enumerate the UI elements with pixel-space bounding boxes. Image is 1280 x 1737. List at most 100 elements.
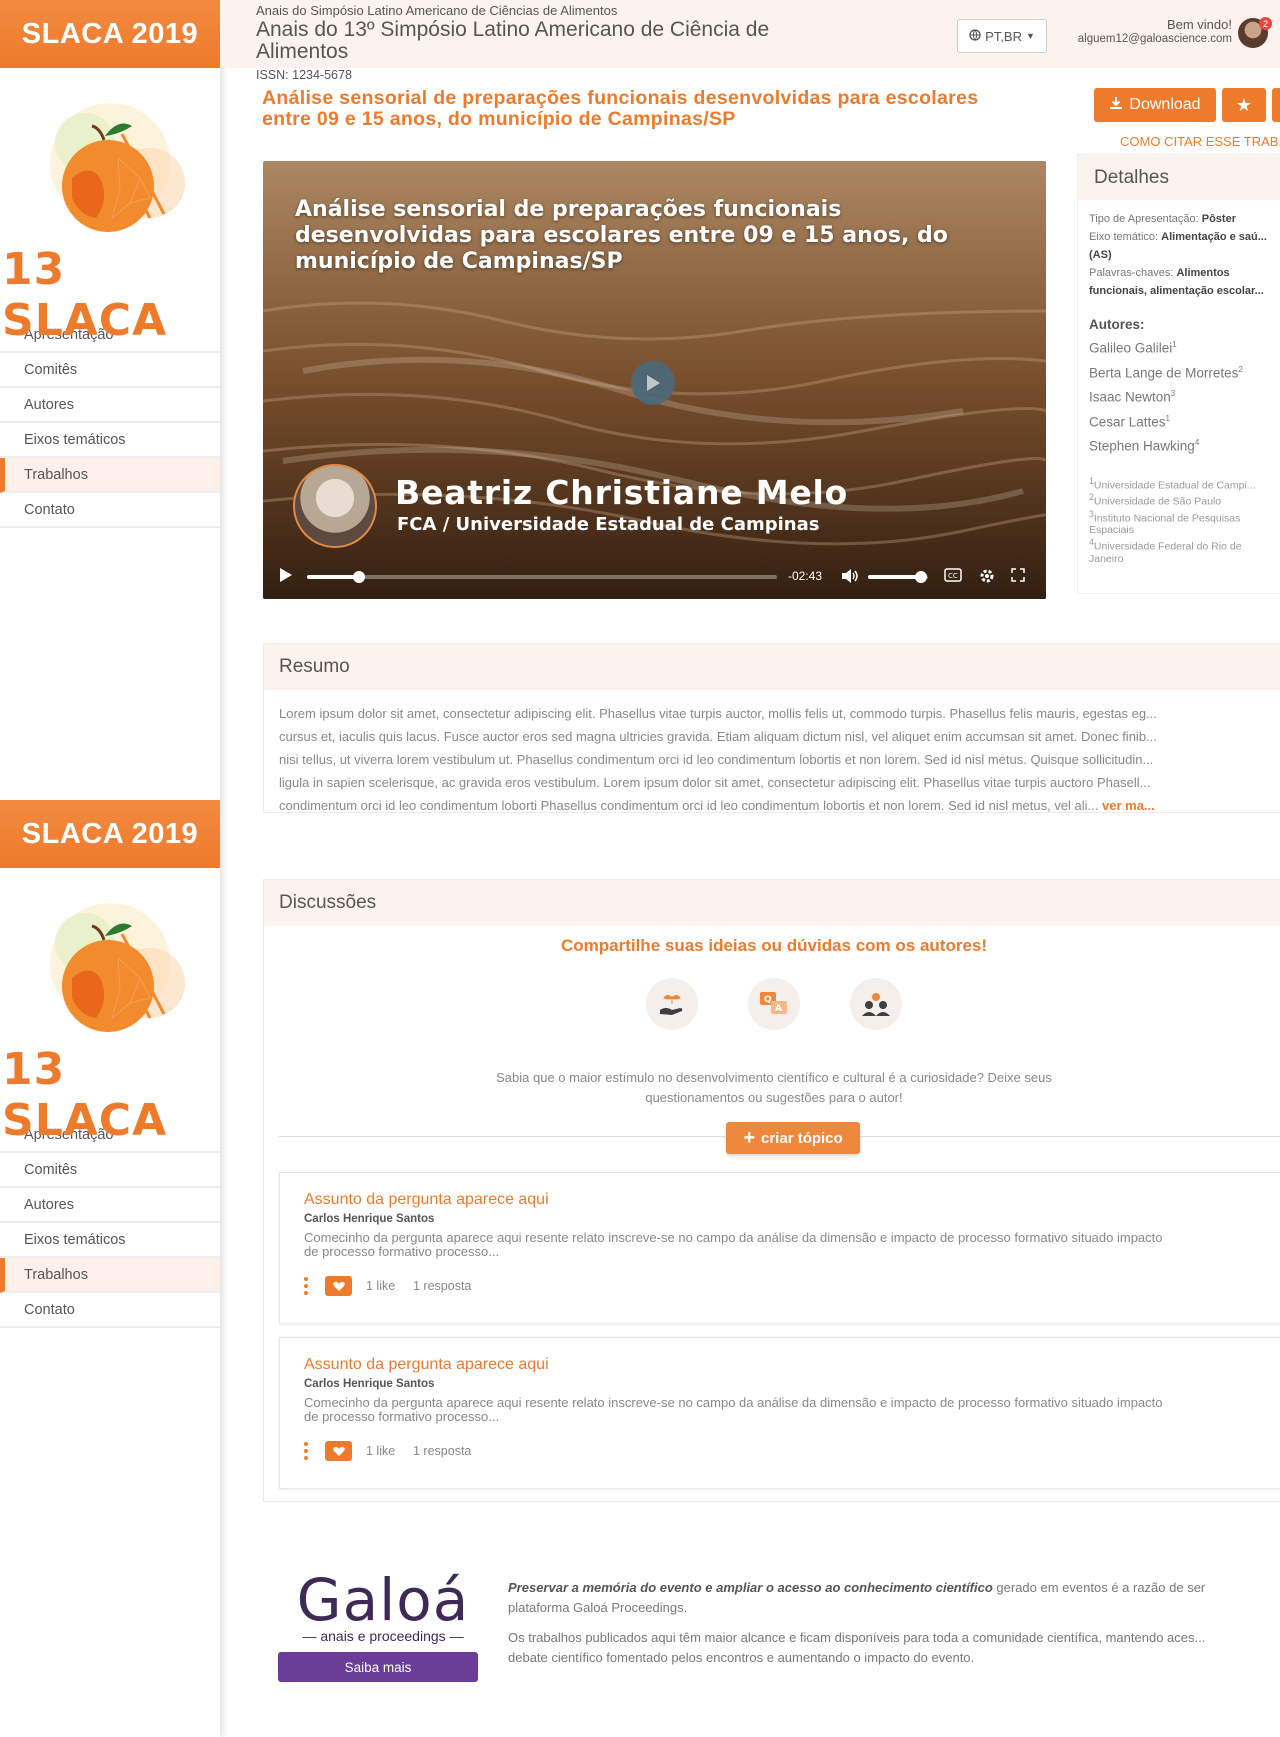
sidebar-item-trabalhos[interactable]: Trabalhos <box>0 1258 220 1293</box>
topic-text-line: de processo formativo processo... <box>304 1244 500 1259</box>
volume-handle[interactable] <box>914 571 927 583</box>
author-item[interactable]: Stephen Hawking4 <box>1089 432 1280 457</box>
play-control-icon[interactable] <box>279 567 293 587</box>
play-button[interactable] <box>631 361 675 405</box>
captions-icon[interactable]: CC <box>944 568 962 586</box>
topic-title[interactable]: Assunto da pergunta aparece aqui <box>304 1191 549 1209</box>
discussion-icons: QA <box>244 978 1280 1030</box>
author-sup: 1 <box>1165 413 1170 423</box>
institution-name: Universidade Estadual de Campi... <box>1093 479 1256 491</box>
institution-name: Universidade Federal do Rio de <box>1093 540 1242 553</box>
fullscreen-icon[interactable] <box>1011 568 1025 586</box>
topic-replies[interactable]: 1 resposta <box>413 1444 471 1458</box>
logo-text: 13 SLACA <box>2 1044 168 1146</box>
presenter-name: Beatriz Christiane Melo <box>395 473 849 512</box>
resumo-heading: Resumo <box>264 644 1280 690</box>
sidebar-item-comites[interactable]: Comitês <box>0 1153 220 1188</box>
sidebar-item-contato[interactable]: Contato <box>0 493 220 528</box>
video-progress-bar[interactable] <box>307 571 777 583</box>
institution-name: Janeiro <box>1089 552 1124 565</box>
axis-value-2: (AS) <box>1089 249 1112 261</box>
language-value: PT,BR <box>985 28 1022 44</box>
sidebar-nav: Apresentação Comitês Autores Eixos temát… <box>0 318 220 528</box>
volume-icon[interactable] <box>841 568 859 588</box>
sidebar-item-comites[interactable]: Comitês <box>0 353 220 388</box>
topic-text-line: de processo formativo processo... <box>304 1409 500 1424</box>
download-button[interactable]: Download <box>1094 88 1216 122</box>
share-button[interactable] <box>1272 88 1280 122</box>
download-icon <box>1109 96 1123 115</box>
author-item[interactable]: Berta Lange de Morretes2 <box>1089 359 1280 384</box>
language-selector[interactable]: PT,BR ▼ <box>957 19 1047 53</box>
topic-replies[interactable]: 1 resposta <box>413 1279 471 1293</box>
author-sup: 3 <box>1170 389 1176 398</box>
sidebar-brand[interactable]: SLACA 2019 <box>0 800 220 868</box>
topic-text: Comecinho da pergunta aparece aqui resen… <box>304 1396 1280 1424</box>
resumo-line: Lorem ipsum dolor sit amet, consectetur … <box>279 706 1157 721</box>
galoa-brand-sub: — anais e proceedings — <box>302 1628 464 1644</box>
author-sup: 1 <box>1172 340 1177 349</box>
globe-icon <box>969 28 981 44</box>
progress-handle[interactable] <box>352 571 365 583</box>
user-welcome[interactable]: Bem vindo! alguem12@galoascience.com <box>1078 18 1232 46</box>
author-item[interactable]: Cesar Lattes1 <box>1089 408 1280 433</box>
author-name: Stephen Hawking <box>1089 438 1195 454</box>
progress-fill <box>307 575 359 579</box>
slaca-logo[interactable]: 13 SLACA <box>0 68 220 346</box>
author-sup: 4 <box>1194 438 1200 447</box>
settings-gear-icon[interactable] <box>979 568 995 588</box>
favorite-button[interactable]: ★ <box>1222 88 1266 122</box>
sidebar-item-trabalhos[interactable]: Trabalhos <box>0 458 220 493</box>
author-item[interactable]: Isaac Newton3 <box>1089 383 1280 408</box>
topic-text-line: Comecinho da pergunta aparece aqui resen… <box>304 1230 1163 1245</box>
type-value: Pôster <box>1201 213 1236 225</box>
like-button[interactable] <box>325 1441 352 1461</box>
topic-title[interactable]: Assunto da pergunta aparece aqui <box>304 1356 549 1374</box>
sidebar-item-autores[interactable]: Autores <box>0 388 220 423</box>
video-player[interactable]: Análise sensorial de preparações funcion… <box>263 161 1046 599</box>
footer-text: Os trabalhos publicados aqui têm maior a… <box>508 1630 1206 1645</box>
sidebar-item-contato[interactable]: Contato <box>0 1293 220 1328</box>
cite-link[interactable]: COMO CITAR ESSE TRAB... <box>1120 134 1280 149</box>
footer: Galoá — anais e proceedings — Saiba mais… <box>263 1550 1280 1700</box>
svg-text:Q: Q <box>764 995 772 1005</box>
galoa-logo[interactable]: Galoá — anais e proceedings — <box>283 1570 483 1644</box>
slaca-logo[interactable]: 13 SLACA <box>0 868 220 1146</box>
create-topic-button[interactable]: + criar tópico <box>726 1122 860 1154</box>
resumo-card: Resumo Lorem ipsum dolor sit amet, conse… <box>263 643 1280 813</box>
header-supertitle: Anais do Simpósio Latino Americano de Ci… <box>256 3 618 18</box>
subtext-line: questionamentos ou sugestões para o auto… <box>645 1090 903 1105</box>
issn: ISSN: 1234-5678 <box>256 68 352 82</box>
plus-icon: + <box>743 1127 755 1149</box>
topic-likes: 1 like <box>366 1279 396 1293</box>
sidebar: SLACA 2019 13 SLACA Apresentação Comitês… <box>0 0 220 1737</box>
discussion-topic[interactable]: Assunto da pergunta aparece aqui Carlos … <box>279 1337 1280 1489</box>
author-sup: 2 <box>1238 364 1243 374</box>
volume-fill <box>868 575 921 579</box>
more-options-icon[interactable] <box>304 1277 308 1298</box>
discussion-topic[interactable]: Assunto da pergunta aparece aqui Carlos … <box>279 1172 1280 1324</box>
footer-emphasis: Preservar a memória do evento e ampliar … <box>508 1580 993 1595</box>
sidebar-item-autores[interactable]: Autores <box>0 1188 220 1223</box>
footer-paragraph: Os trabalhos publicados aqui têm maior a… <box>508 1628 1280 1668</box>
sidebar-item-eixos[interactable]: Eixos temáticos <box>0 423 220 458</box>
institution-name: Instituto Nacional de Pesquisas <box>1093 512 1241 524</box>
like-button[interactable] <box>325 1276 352 1296</box>
article-title: Análise sensorial de preparações funcion… <box>262 87 979 130</box>
sidebar-item-eixos[interactable]: Eixos temáticos <box>0 1223 220 1258</box>
read-more-link[interactable]: ver ma... <box>1102 798 1155 813</box>
sidebar-brand[interactable]: SLACA 2019 <box>0 0 220 68</box>
header-title[interactable]: Anais do 13º Simpósio Latino Americano d… <box>256 19 836 63</box>
volume-slider[interactable] <box>868 571 928 583</box>
notification-badge[interactable]: 2 <box>1259 17 1272 30</box>
more-options-icon[interactable] <box>304 1442 308 1463</box>
presenter-photo <box>293 464 377 548</box>
page: SLACA 2019 13 SLACA Apresentação Comitês… <box>0 0 1280 1737</box>
heart-icon <box>332 1446 345 1456</box>
saiba-mais-button[interactable]: Saiba mais <box>278 1652 478 1682</box>
resumo-line: condimentum orci id leo condimentum lobo… <box>279 798 1099 813</box>
author-item[interactable]: Galileo Galilei1 <box>1089 334 1280 359</box>
details-panel: Detalhes Tipo de Apresentação: Pôster Ei… <box>1077 154 1280 594</box>
idea-plant-hand-icon <box>646 978 698 1030</box>
discussions-lead: Compartilhe suas ideias ou dúvidas com o… <box>560 936 988 955</box>
